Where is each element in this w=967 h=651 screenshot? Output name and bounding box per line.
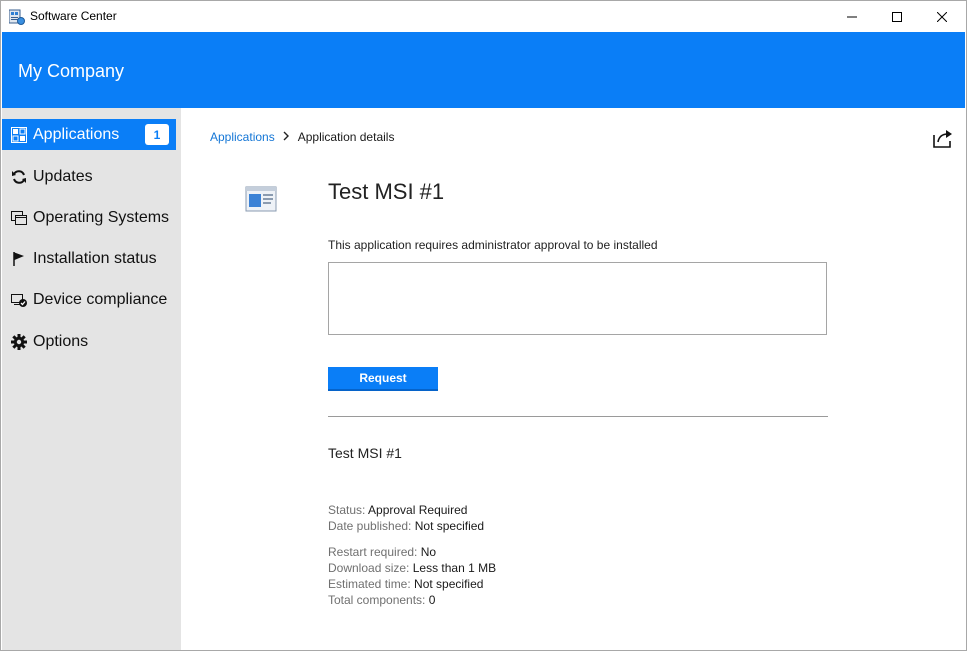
sidebar-item-label: Operating Systems [33, 208, 170, 226]
detail-date-published: Date published: Not specified [328, 519, 484, 533]
detail-total-components: Total components: 0 [328, 593, 435, 607]
request-button[interactable]: Request [328, 367, 438, 391]
sidebar-item-label: Updates [33, 167, 93, 185]
detail-status: Status: Approval Required [328, 503, 467, 517]
maximize-button[interactable] [874, 1, 920, 32]
applications-grid-icon [11, 126, 27, 143]
sidebar-item-label: Device compliance [33, 290, 168, 308]
detail-value: Not specified [414, 519, 485, 533]
title-bar: Software Center [1, 1, 966, 32]
sidebar-item-label: Installation status [33, 249, 157, 267]
windows-icon [11, 210, 27, 226]
chevron-right-icon [283, 130, 290, 144]
sidebar-item-installation-status[interactable]: Installation status [2, 243, 176, 274]
close-button[interactable] [919, 1, 965, 32]
detail-label: Estimated time: [328, 577, 411, 591]
sidebar-item-device-compliance[interactable]: Device compliance [2, 284, 176, 315]
approval-message: This application requires administrator … [328, 238, 658, 252]
request-reason-input[interactable] [328, 262, 827, 335]
device-check-icon [11, 292, 27, 308]
applications-count-badge: 1 [145, 124, 169, 145]
sidebar-item-label: Applications [33, 125, 120, 143]
breadcrumb: Applications Application details [210, 130, 394, 144]
sidebar-item-label: Options [33, 332, 89, 350]
close-icon [937, 11, 947, 22]
breadcrumb-current: Application details [297, 130, 395, 144]
software-center-app-icon [9, 9, 25, 25]
detail-value: Not specified [414, 577, 484, 591]
refresh-icon [11, 169, 27, 185]
application-name: Test MSI #1 [328, 445, 402, 461]
application-icon [245, 186, 277, 212]
sidebar-item-updates[interactable]: Updates [2, 161, 176, 192]
company-header: My Company [2, 32, 965, 108]
sidebar-item-applications[interactable]: Applications 1 [2, 119, 176, 150]
application-title: Test MSI #1 [328, 179, 445, 204]
detail-label: Status: [328, 503, 366, 517]
gear-icon [11, 333, 27, 350]
detail-label: Restart required: [328, 545, 418, 559]
minimize-button[interactable] [829, 1, 875, 32]
flag-icon [11, 251, 27, 267]
detail-value: Less than 1 MB [412, 561, 497, 575]
sidebar: Applications 1 Updates Operating Systems… [2, 108, 181, 650]
detail-value: Approval Required [368, 503, 468, 517]
detail-value: 0 [428, 593, 436, 607]
detail-value: No [420, 545, 437, 559]
detail-estimated-time: Estimated time: Not specified [328, 577, 483, 591]
sidebar-item-options[interactable]: Options [2, 326, 176, 357]
breadcrumb-applications-link[interactable]: Applications [210, 130, 275, 144]
divider [328, 416, 828, 417]
detail-download-size: Download size: Less than 1 MB [328, 561, 496, 575]
detail-label: Date published: [328, 519, 412, 533]
software-center-window: Software Center My Company Applications … [0, 0, 967, 651]
company-name: My Company [18, 61, 125, 81]
detail-label: Download size: [328, 561, 410, 575]
sidebar-item-operating-systems[interactable]: Operating Systems [2, 202, 176, 233]
detail-restart-required: Restart required: No [328, 545, 436, 559]
window-title: Software Center [30, 9, 117, 23]
maximize-icon [892, 11, 902, 22]
minimize-icon [847, 16, 857, 17]
detail-label: Total components: [328, 593, 426, 607]
share-icon[interactable] [930, 127, 954, 149]
